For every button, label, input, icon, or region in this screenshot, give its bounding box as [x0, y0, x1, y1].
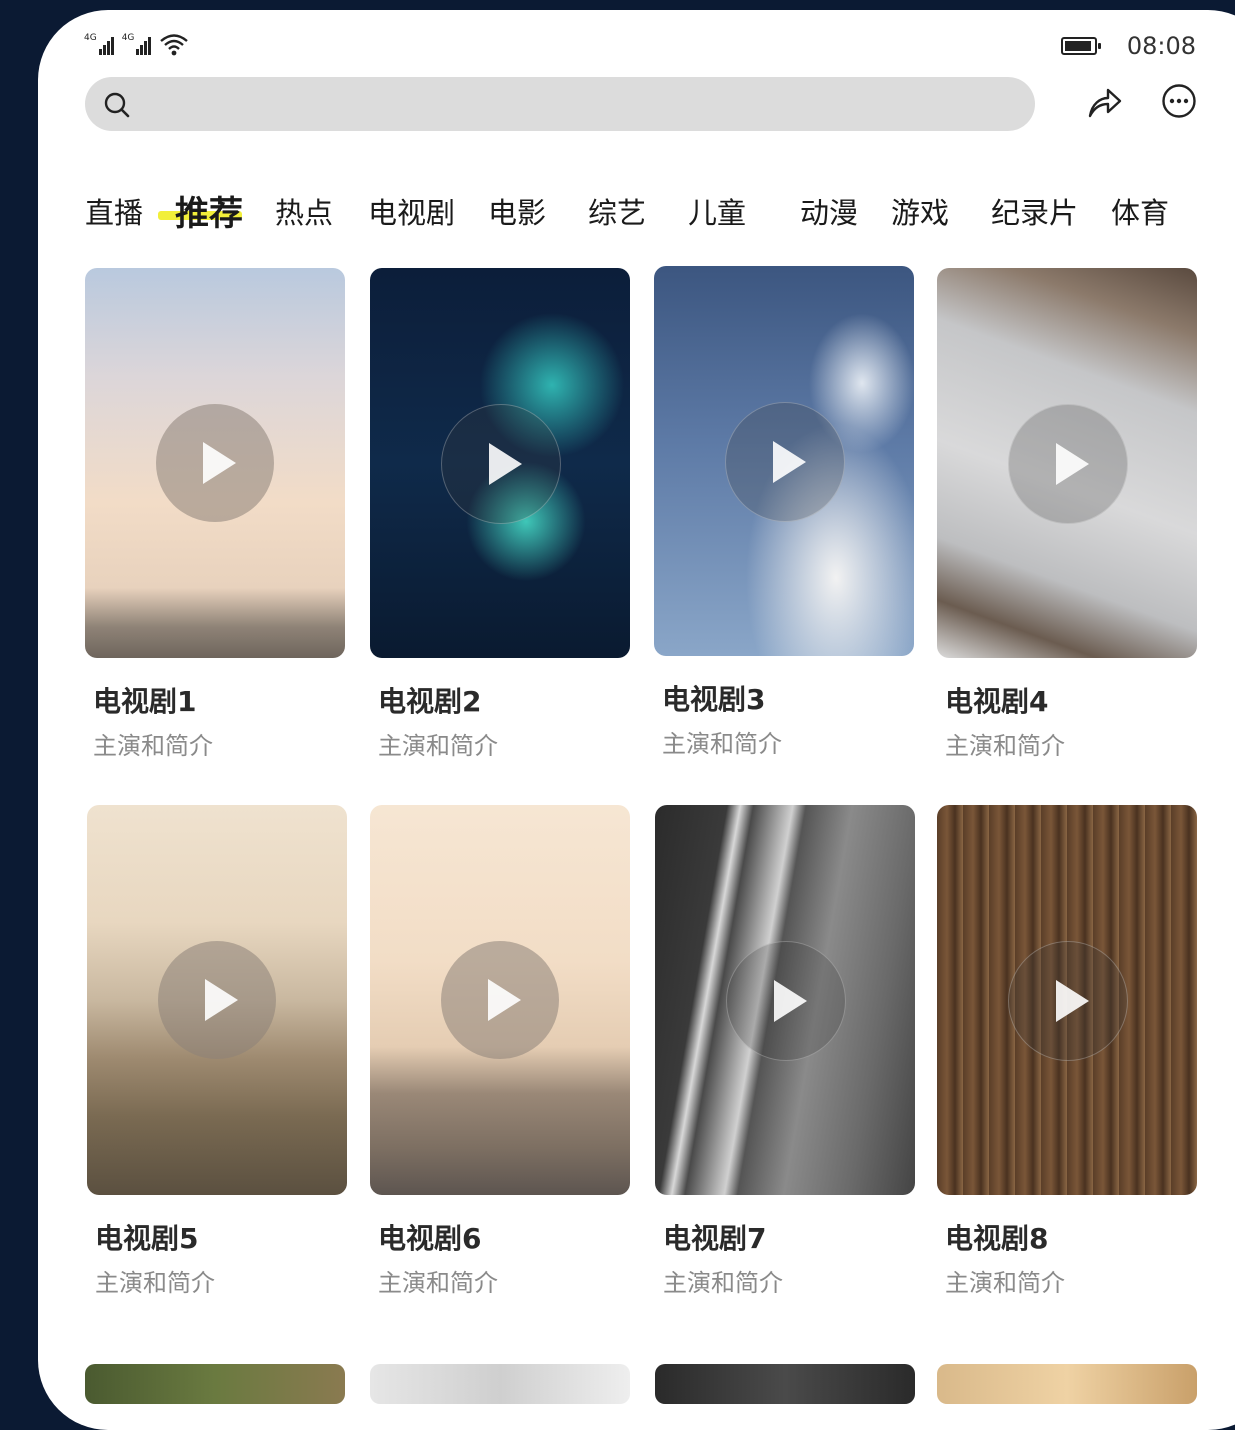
video-thumbnail[interactable] [655, 805, 915, 1195]
video-thumbnail[interactable] [937, 805, 1197, 1195]
video-thumbnail[interactable] [937, 1364, 1197, 1404]
video-thumbnail[interactable] [87, 805, 347, 1195]
video-card[interactable]: 电视剧7 主演和简介 [655, 805, 915, 1298]
play-icon[interactable] [441, 941, 559, 1059]
play-icon[interactable] [1008, 941, 1128, 1061]
video-subtitle: 主演和简介 [663, 1269, 783, 1297]
signal-icon: 4G [122, 33, 152, 55]
video-title[interactable]: 电视剧7 [655, 1217, 915, 1257]
video-title[interactable]: 电视剧6 [370, 1217, 630, 1257]
play-icon[interactable] [725, 402, 845, 522]
tab-live[interactable]: 直播 [85, 190, 143, 232]
video-thumbnail[interactable] [937, 268, 1197, 658]
signal-icon: 4G [84, 33, 114, 55]
video-thumbnail[interactable] [370, 1364, 630, 1404]
video-card[interactable]: 电视剧2 主演和简介 [370, 268, 630, 761]
video-thumbnail[interactable] [370, 805, 630, 1195]
video-card[interactable]: 电视剧4 主演和简介 [937, 268, 1197, 761]
video-thumbnail[interactable] [654, 266, 914, 656]
video-subtitle: 主演和简介 [945, 1269, 1065, 1297]
battery-icon [1060, 37, 1101, 55]
video-card[interactable]: 电视剧5 主演和简介 [87, 805, 347, 1298]
play-icon[interactable] [726, 941, 846, 1061]
video-subtitle: 主演和简介 [945, 732, 1065, 760]
video-subtitle: 主演和简介 [378, 1269, 498, 1297]
video-thumbnail[interactable] [370, 268, 630, 658]
tab-variety[interactable]: 综艺 [588, 190, 646, 232]
video-thumbnail[interactable] [85, 1364, 345, 1404]
video-card[interactable]: 电视剧8 主演和简介 [937, 805, 1197, 1298]
more-icon[interactable] [1160, 82, 1198, 120]
tab-documentary[interactable]: 纪录片 [991, 190, 1078, 232]
tab-hot[interactable]: 热点 [275, 190, 333, 232]
play-icon[interactable] [158, 941, 276, 1059]
video-title[interactable]: 电视剧3 [654, 678, 914, 718]
phone-screen: 4G 4G 08:08 直播 推荐 热点 电视剧 电影 综艺 儿童 动漫 游戏 … [38, 10, 1235, 1430]
status-bar-left: 4G 4G [84, 32, 189, 56]
video-thumbnail[interactable] [655, 1364, 915, 1404]
tab-kids[interactable]: 儿童 [688, 190, 746, 232]
search-bar[interactable] [85, 77, 1035, 131]
video-title[interactable]: 电视剧2 [370, 680, 630, 720]
network-type-label: 4G [121, 33, 135, 43]
status-bar-right: 08:08 [1060, 32, 1196, 60]
tab-recommended[interactable]: 推荐 [175, 186, 243, 235]
search-icon [104, 92, 130, 118]
play-icon[interactable] [1008, 404, 1128, 524]
play-icon[interactable] [156, 404, 274, 522]
share-icon[interactable] [1086, 84, 1124, 120]
wifi-icon [160, 34, 189, 56]
network-type-label: 4G [84, 33, 97, 43]
tab-sports[interactable]: 体育 [1111, 190, 1169, 232]
video-title[interactable]: 电视剧4 [937, 680, 1197, 720]
video-subtitle: 主演和简介 [95, 1269, 215, 1297]
clock: 08:08 [1126, 32, 1196, 60]
play-icon[interactable] [441, 404, 561, 524]
tab-tv-series[interactable]: 电视剧 [368, 190, 455, 232]
video-card[interactable]: 电视剧3 主演和简介 [654, 266, 914, 759]
video-subtitle: 主演和简介 [378, 732, 498, 760]
video-card[interactable]: 电视剧1 主演和简介 [85, 268, 345, 761]
tab-games[interactable]: 游戏 [891, 190, 949, 232]
video-thumbnail[interactable] [85, 268, 345, 658]
video-subtitle: 主演和简介 [93, 732, 213, 760]
video-title[interactable]: 电视剧5 [87, 1217, 347, 1257]
tab-movies[interactable]: 电影 [488, 190, 546, 232]
video-title[interactable]: 电视剧8 [937, 1217, 1197, 1257]
video-card[interactable]: 电视剧6 主演和简介 [370, 805, 630, 1298]
video-title[interactable]: 电视剧1 [85, 680, 345, 720]
video-subtitle: 主演和简介 [662, 730, 782, 758]
tab-anime[interactable]: 动漫 [800, 190, 858, 232]
